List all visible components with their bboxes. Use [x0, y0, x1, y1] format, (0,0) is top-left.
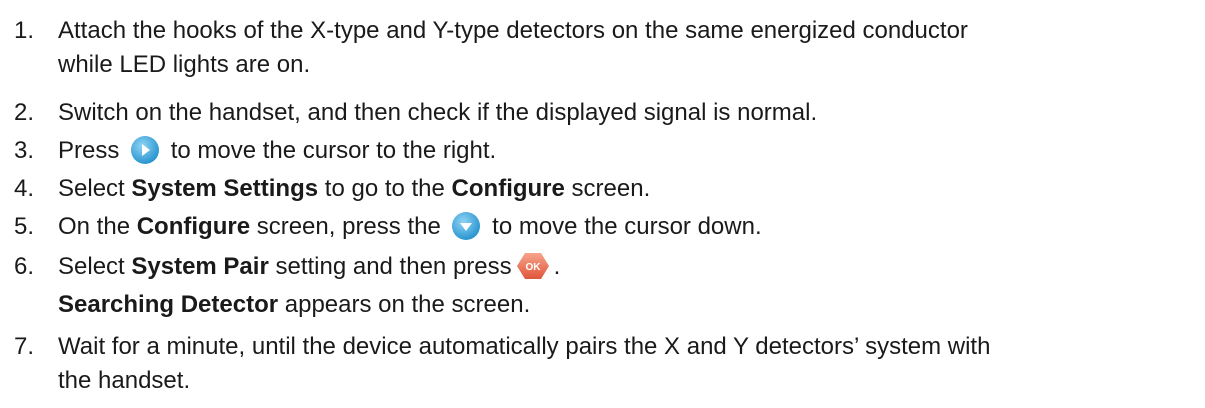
step-5-after: to move the cursor down. — [492, 213, 762, 240]
step-3-before: Press — [58, 137, 120, 164]
step-3-after: to move the cursor to the right. — [170, 137, 497, 164]
step-2-text: Switch on the handset, and then check if… — [58, 99, 818, 126]
right-arrow-button-icon — [130, 135, 160, 165]
ok-button-icon: OK — [516, 251, 550, 281]
step-1-text: Attach the hooks of the X-type and Y-typ… — [58, 17, 968, 44]
step-6-text: Select System Pair setting and then pres… — [58, 250, 560, 284]
step-4-bold-system-settings: System Settings — [131, 175, 319, 202]
step-4-after: screen. — [571, 175, 651, 202]
step-4-middle: to go to the — [324, 175, 445, 202]
step-5-number: 5. — [14, 213, 35, 240]
step-6-after: . — [553, 253, 561, 280]
down-arrow-button-icon — [451, 211, 481, 241]
ok-button-label: OK — [525, 262, 541, 273]
step-4-bold-configure: Configure — [451, 175, 565, 202]
step-6-before: Select — [58, 253, 125, 280]
step-5-bold-configure: Configure — [136, 213, 251, 240]
step-3-number: 3. — [14, 137, 35, 164]
step-1-text-line2: while LED lights are on. — [58, 51, 311, 78]
step-6-number: 6. — [14, 253, 35, 280]
step-7-number: 7. — [14, 333, 35, 360]
step-4-before: Select — [58, 175, 125, 202]
step-6-bold-searching-detector: Searching Detector — [58, 291, 279, 318]
instruction-list: 1. Attach the hooks of the X-type and Y-… — [0, 0, 1205, 408]
step-5-text: On the Configure screen, press the to mo… — [58, 210, 762, 244]
step-6-text-line2: Searching Detector appears on the screen… — [58, 288, 530, 322]
step-6-line2-after: appears on the screen. — [284, 291, 531, 318]
step-1-number: 1. — [14, 17, 35, 44]
step-5-middle: screen, press the — [256, 213, 441, 240]
step-2-number: 2. — [14, 99, 35, 126]
step-3-text: Press to move the cursor to the right. — [58, 134, 496, 168]
step-6-bold-system-pair: System Pair — [131, 253, 269, 280]
step-6-middle: setting and then press — [275, 253, 512, 280]
step-5-before: On the — [58, 213, 131, 240]
step-4-text: Select System Settings to go to the Conf… — [58, 172, 650, 206]
step-7-text-line2: the handset. — [58, 367, 191, 394]
step-4-number: 4. — [14, 175, 35, 202]
step-7-text: Wait for a minute, until the device auto… — [58, 333, 991, 360]
